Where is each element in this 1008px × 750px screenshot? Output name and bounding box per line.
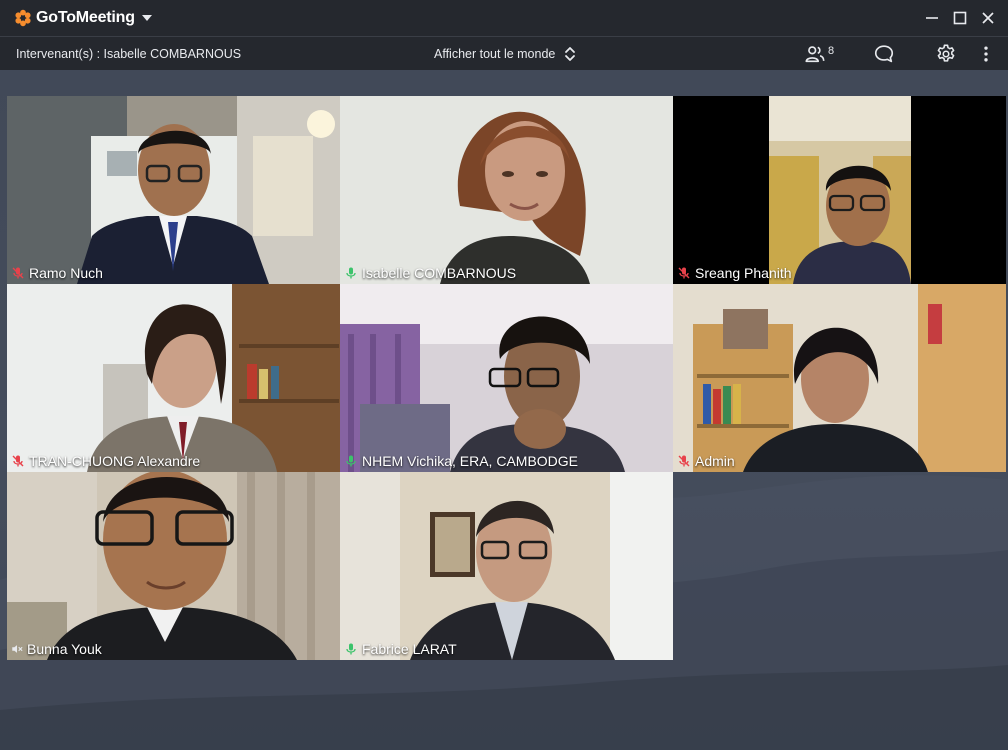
microphone-icon [346, 455, 356, 467]
maximize-icon [953, 11, 967, 25]
microphone-muted-icon [12, 455, 24, 467]
title-bar: GoToMeeting [0, 0, 1008, 36]
chat-button[interactable] [864, 43, 904, 65]
participant-video [340, 284, 673, 472]
participant-nametag: Bunna Youk [11, 641, 102, 657]
participant-nametag: Isabelle COMBARNOUS [344, 265, 516, 281]
participant-name: Bunna Youk [27, 641, 102, 657]
view-mode-select[interactable]: Afficher tout le monde [434, 37, 576, 71]
close-button[interactable] [974, 4, 1002, 32]
speaker-muted-icon [12, 645, 23, 653]
app-brand[interactable]: GoToMeeting [14, 9, 152, 27]
participant-name: TRAN-CHUONG Alexandre [29, 453, 201, 469]
microphone-muted-icon [678, 267, 690, 279]
participant-tile[interactable]: Sreang Phanith [673, 96, 1006, 284]
kebab-menu-icon [984, 46, 988, 62]
participant-nametag: Sreang Phanith [677, 265, 792, 281]
participant-name: Fabrice LARAT [362, 641, 457, 657]
microphone-muted-icon [12, 267, 24, 279]
participant-nametag: NHEM Vichika, ERA, CAMBODGE [344, 453, 578, 469]
participant-nametag: TRAN-CHUONG Alexandre [11, 453, 200, 469]
app-name: GoToMeeting [36, 9, 135, 26]
more-options-button[interactable] [976, 43, 996, 65]
participant-name: Admin [695, 453, 735, 469]
participant-name: Isabelle COMBARNOUS [362, 265, 517, 281]
minimize-icon [926, 17, 938, 19]
participant-name: Ramo Nuch [29, 265, 103, 281]
microphone-muted-icon [678, 455, 690, 467]
participant-tile[interactable]: Isabelle COMBARNOUS [340, 96, 673, 284]
participant-tile[interactable]: Ramo Nuch [7, 96, 340, 284]
chat-bubble-icon [874, 45, 894, 63]
participant-nametag: Ramo Nuch [11, 265, 103, 281]
video-stage: Ramo Nuch Isabelle COMBARNOUS Sreang Pha… [0, 70, 1008, 750]
chevron-up-down-icon [565, 47, 576, 61]
participant-video [7, 284, 340, 472]
participant-video [7, 472, 340, 660]
minimize-button[interactable] [918, 4, 946, 32]
maximize-button[interactable] [946, 4, 974, 32]
people-icon [805, 46, 825, 63]
attendee-count: 8 [827, 45, 835, 57]
participant-name: NHEM Vichika, ERA, CAMBODGE [362, 453, 579, 469]
active-speaker-label: Intervenant(s) : Isabelle COMBARNOUS [16, 46, 242, 61]
microphone-icon [346, 643, 356, 655]
participant-video [673, 284, 1006, 472]
chevron-down-icon[interactable] [141, 15, 152, 21]
close-icon [982, 12, 994, 24]
microphone-icon [346, 267, 356, 279]
attendees-button[interactable]: 8 [796, 43, 842, 65]
participant-video [340, 472, 673, 660]
participant-video [340, 96, 673, 284]
participant-tile[interactable]: Admin [673, 284, 1006, 472]
participant-tile[interactable]: Bunna Youk [7, 472, 340, 660]
participant-nametag: Fabrice LARAT [344, 641, 457, 657]
window-controls [918, 0, 1002, 36]
participant-tile[interactable]: NHEM Vichika, ERA, CAMBODGE [340, 284, 673, 472]
settings-button[interactable] [926, 43, 966, 65]
participant-name: Sreang Phanith [695, 265, 792, 281]
participant-video [673, 96, 1006, 284]
participant-tile[interactable]: Fabrice LARAT [340, 472, 673, 660]
gear-icon [937, 44, 955, 62]
gotomeeting-logo-icon [15, 9, 31, 27]
participant-tile[interactable]: TRAN-CHUONG Alexandre [7, 284, 340, 472]
view-mode-label: Afficher tout le monde [434, 47, 556, 61]
participant-nametag: Admin [677, 453, 735, 469]
toolbar-actions: 8 [796, 37, 996, 71]
meeting-toolbar: Intervenant(s) : Isabelle COMBARNOUS Aff… [0, 36, 1008, 70]
participant-video [7, 96, 340, 284]
